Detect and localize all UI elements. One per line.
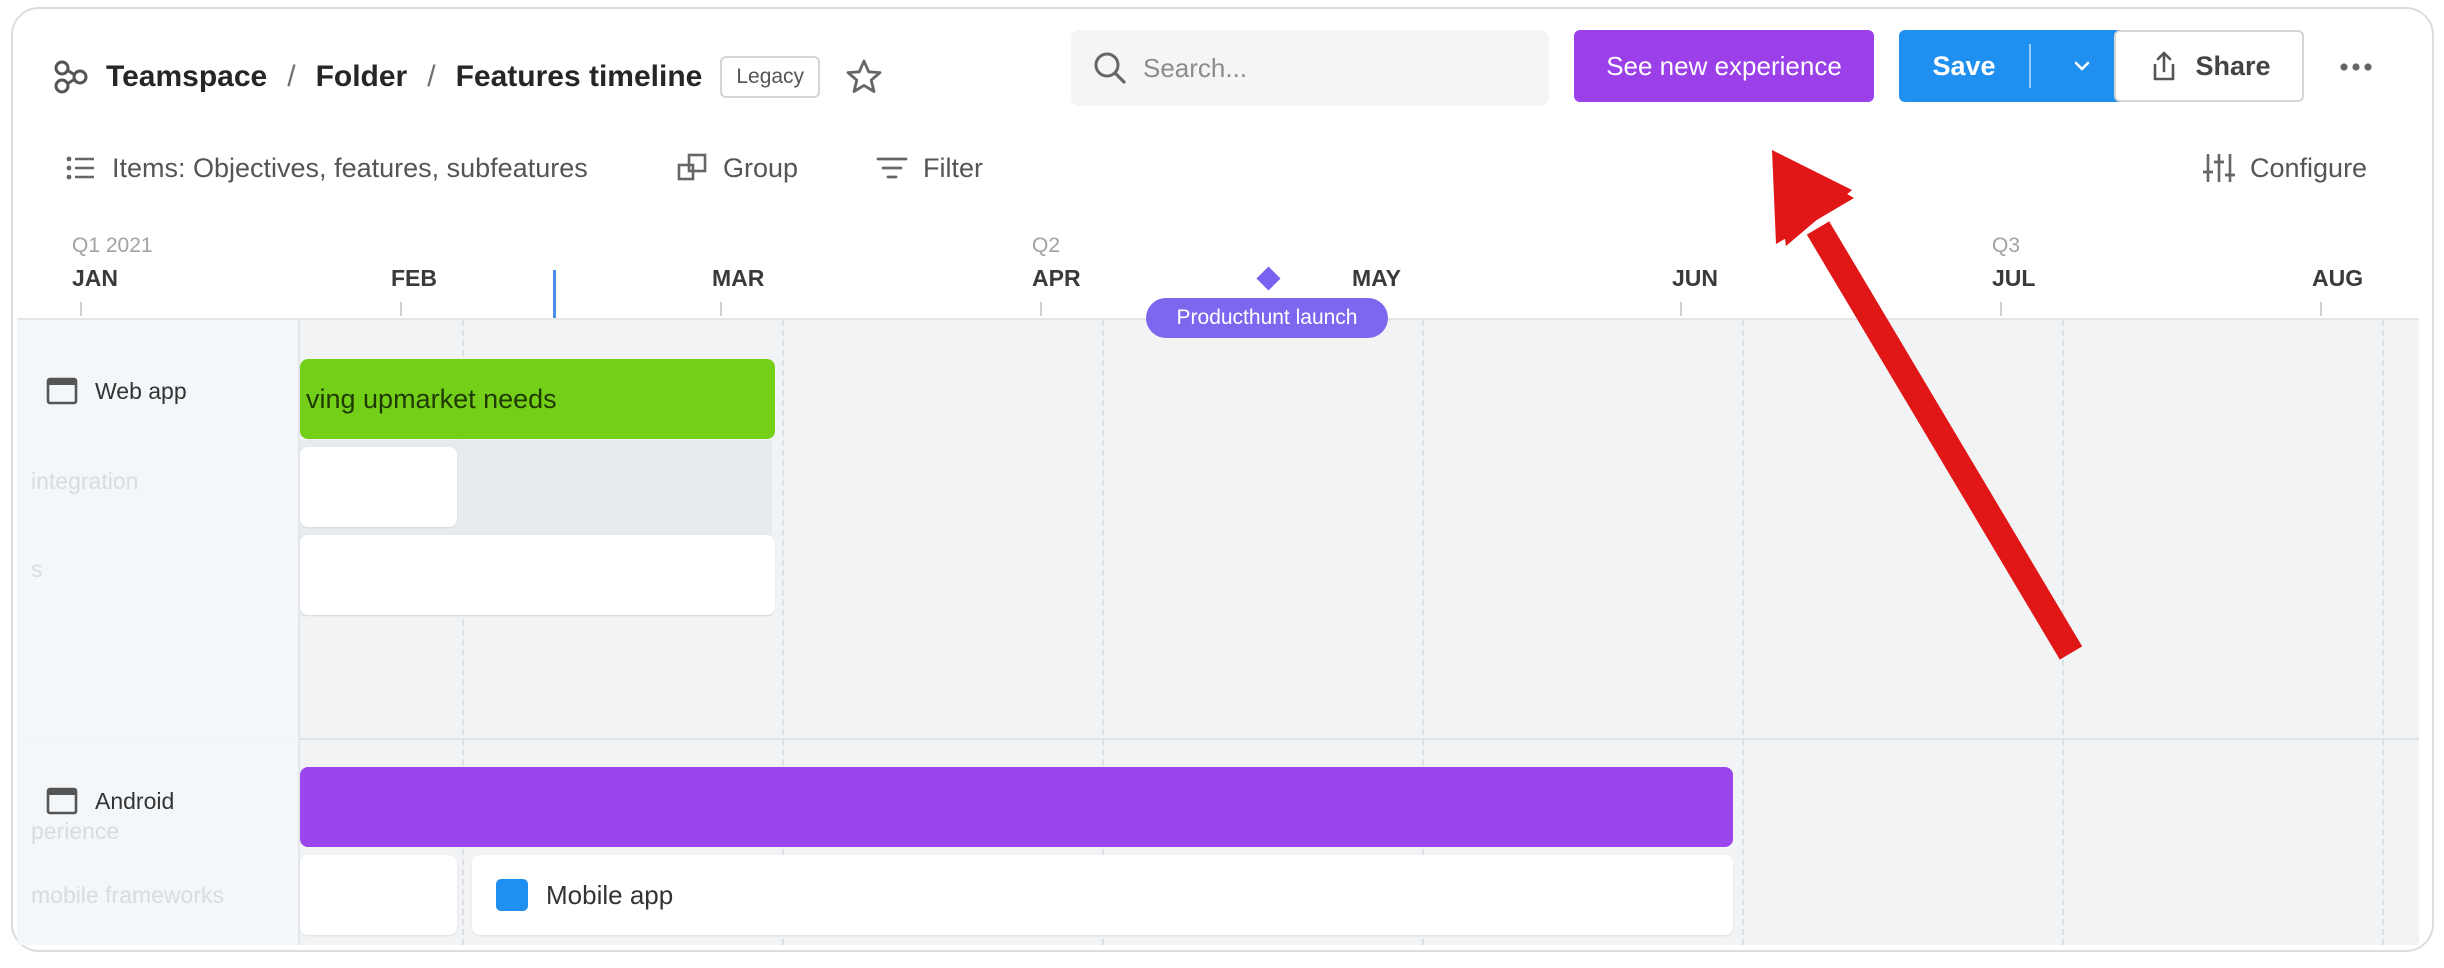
month-label-mar: MAR [712, 265, 765, 291]
grid-line [782, 320, 784, 945]
sidebar: integration s perience mobile frameworks… [17, 320, 300, 945]
breadcrumb-separator: / [287, 60, 296, 93]
filter-button-label: Filter [923, 152, 983, 183]
month-label-aug: AUG [2312, 265, 2364, 291]
timeline-card-mobile-app[interactable]: Mobile app [472, 855, 1733, 935]
window-icon [46, 377, 78, 405]
quarter-label-q2: Q2 [1032, 234, 1061, 257]
search-icon [1094, 52, 1126, 84]
breadcrumb-folder[interactable]: Folder [316, 60, 408, 94]
group-name: Web app [95, 377, 187, 404]
more-icon[interactable] [2336, 52, 2376, 82]
month-tick [720, 302, 722, 316]
month-label-jul: JUL [1992, 265, 2036, 291]
sidebar-ghost-label: mobile frameworks [31, 882, 224, 908]
grid-line [2062, 320, 2064, 945]
search-input[interactable] [1143, 52, 1523, 84]
sidebar-ghost-label: integration [31, 468, 139, 494]
grid-line [1102, 320, 1104, 945]
items-selector-label: Items: Objectives, features, subfeatures [112, 152, 588, 183]
share-button[interactable]: Share [2114, 30, 2304, 102]
page-title[interactable]: Features timeline [456, 60, 703, 94]
timeline-card[interactable] [300, 855, 457, 935]
breadcrumb: Teamspace / Folder / Features timeline L… [50, 52, 884, 102]
filter-icon [876, 157, 908, 179]
month-tick [400, 302, 402, 316]
star-icon[interactable] [844, 57, 884, 97]
breadcrumb-teamspace[interactable]: Teamspace [106, 60, 267, 94]
timeline-card[interactable] [300, 447, 457, 527]
grid-line [2382, 320, 2384, 945]
month-tick [2000, 302, 2002, 316]
quarter-label-q3: Q3 [1992, 234, 2021, 257]
month-tick [1680, 302, 1682, 316]
breadcrumb-separator: / [427, 60, 436, 93]
month-label-apr: APR [1032, 265, 1081, 291]
timeline-card[interactable] [300, 535, 775, 615]
share-icon [2154, 51, 2175, 81]
configure-button[interactable]: Configure [2202, 146, 2367, 190]
sidebar-ghost-label: perience [31, 818, 120, 844]
configure-button-label: Configure [2250, 152, 2368, 183]
timeline-bar-label: ving upmarket needs [306, 383, 557, 414]
group-button[interactable]: Group [675, 146, 798, 190]
sidebar-ghost-label: s [31, 556, 43, 582]
milestone-label[interactable]: Producthunt launch [1146, 298, 1388, 338]
items-selector[interactable]: Items: Objectives, features, subfeatures [64, 146, 588, 190]
month-label-may: MAY [1352, 265, 1401, 291]
timeline-bar-android[interactable] [300, 767, 1733, 847]
month-tick [1040, 302, 1042, 316]
grid-line [1422, 320, 1424, 945]
group-button-label: Group [723, 152, 799, 183]
timeline-card-label: Mobile app [546, 879, 674, 910]
chevron-down-icon [2074, 61, 2090, 71]
search-box[interactable] [1071, 30, 1549, 106]
group-divider [17, 738, 2419, 740]
grid-line [1742, 320, 1744, 945]
month-label-jun: JUN [1672, 265, 1719, 291]
teamspace-icon [54, 60, 88, 94]
today-marker [553, 270, 556, 318]
legacy-badge: Legacy [720, 56, 821, 98]
feature-color-icon [496, 879, 528, 911]
month-tick [2320, 302, 2322, 316]
save-button-label: Save [1932, 50, 1996, 81]
filter-button[interactable]: Filter [875, 146, 983, 190]
timeline-bar-upmarket[interactable]: ving upmarket needs [300, 359, 775, 439]
group-icon [677, 153, 707, 181]
save-button[interactable]: Save [1899, 30, 2133, 102]
sliders-icon [2203, 154, 2235, 182]
quarter-label-q1: Q1 2021 [72, 234, 153, 257]
month-label-jan: JAN [72, 265, 119, 291]
list-icon [66, 156, 94, 180]
month-label-feb: FEB [391, 265, 437, 291]
window-icon [46, 787, 78, 815]
group-name: Android [95, 787, 175, 814]
group-header-web-app[interactable]: Web app [45, 374, 187, 408]
month-tick [80, 302, 82, 316]
group-header-android[interactable]: Android [45, 784, 174, 818]
see-new-experience-button[interactable]: See new experience [1574, 30, 1874, 102]
share-button-label: Share [2195, 50, 2271, 81]
